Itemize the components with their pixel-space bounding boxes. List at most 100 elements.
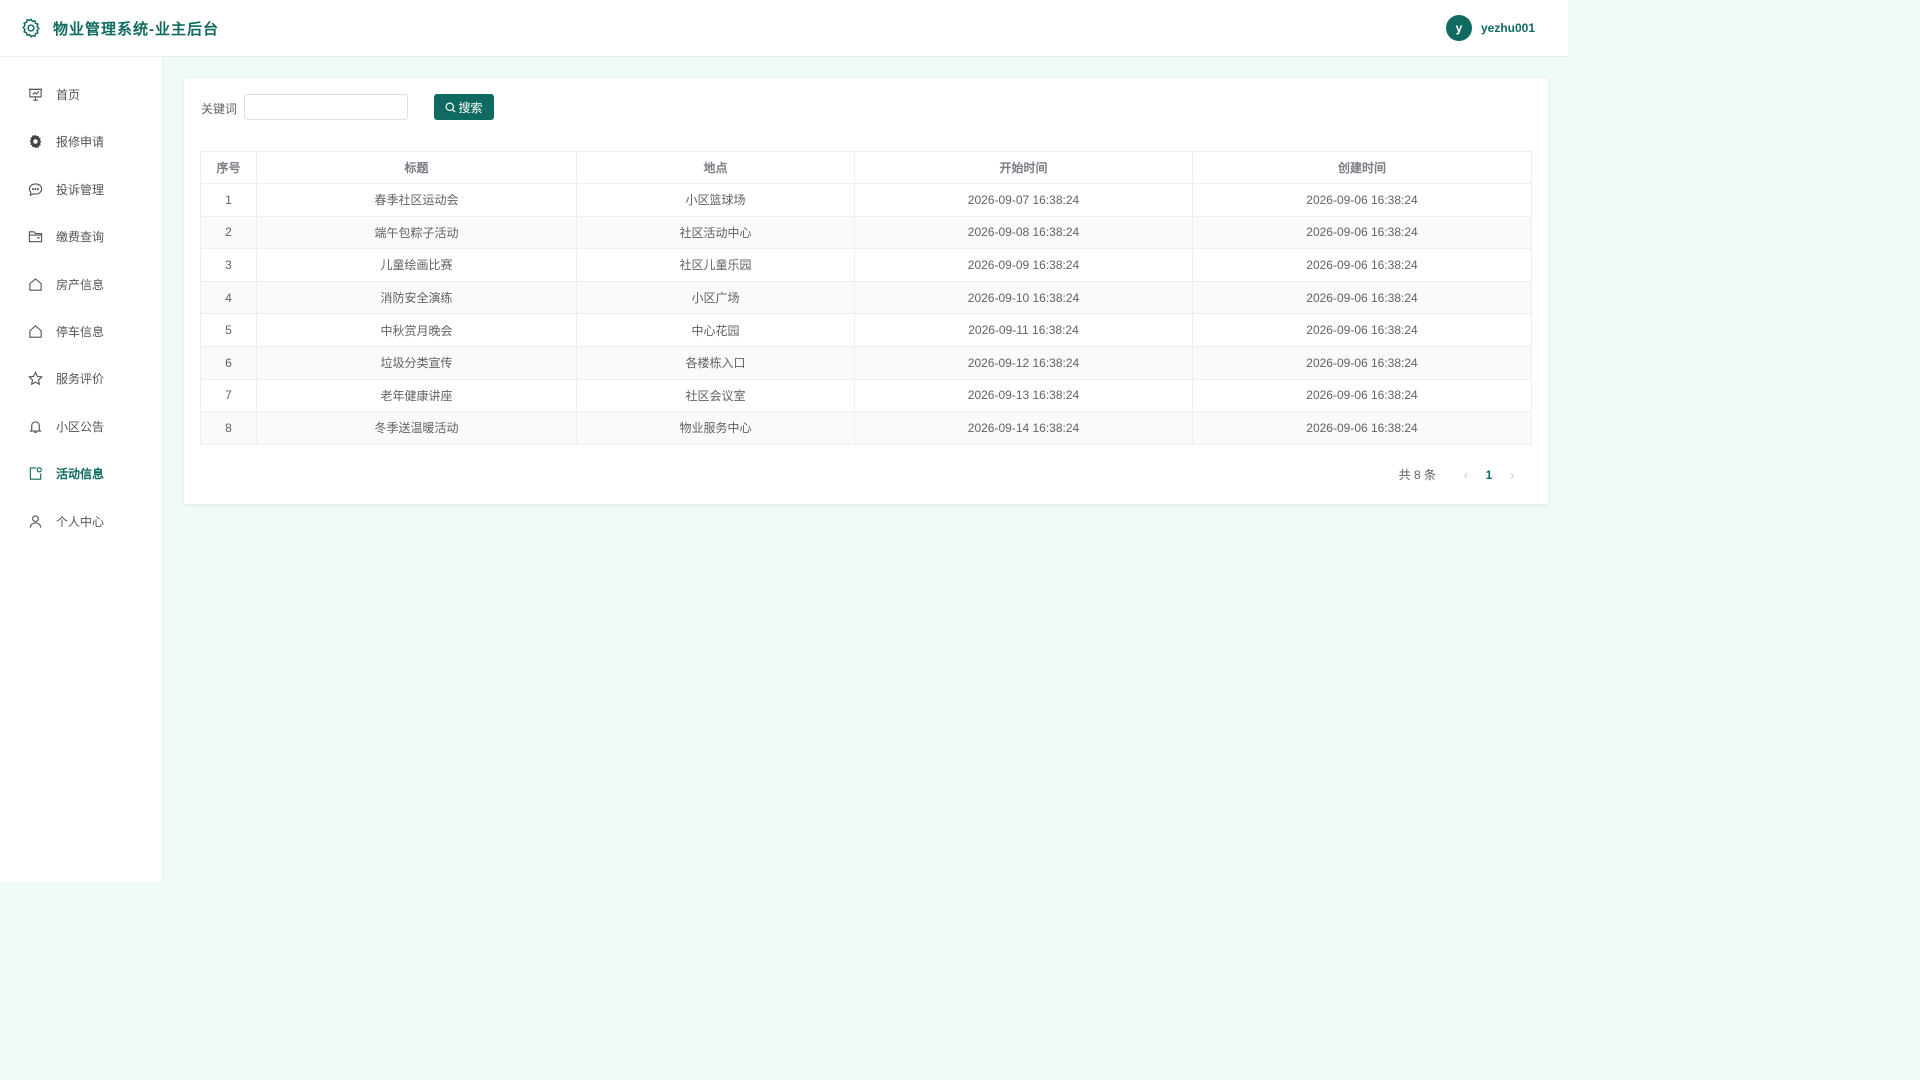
cell-created-time: 2026-09-06 16:38:24 (1192, 411, 1532, 445)
cell-start-time: 2026-09-14 16:38:24 (854, 411, 1193, 445)
cell-start-time: 2026-09-13 16:38:24 (854, 378, 1193, 413)
cell-title: 春季社区运动会 (256, 183, 577, 217)
sidebar-item-property[interactable]: 房产信息 (0, 264, 162, 304)
sidebar-item-repair[interactable]: 报修申请 (0, 121, 162, 161)
sidebar-item-activity[interactable]: 活动信息 (0, 453, 162, 493)
cell-index: 1 (200, 183, 257, 217)
sidebar-item-service-rating[interactable]: 服务评价 (0, 358, 162, 398)
sidebar-item-label: 服务评价 (56, 371, 105, 386)
column-header-title: 标题 (256, 151, 577, 184)
cell-start-time: 2026-09-08 16:38:24 (854, 215, 1193, 250)
column-header-location: 地点 (576, 151, 855, 184)
cell-index: 8 (200, 411, 257, 445)
cell-index: 6 (200, 345, 257, 380)
sidebar-item-profile[interactable]: 个人中心 (0, 501, 162, 541)
sidebar-item-complaint[interactable]: 投诉管理 (0, 169, 162, 209)
sidebar-item-label: 房产信息 (56, 277, 105, 292)
user-icon (27, 513, 44, 530)
sidebar-item-payment[interactable]: 缴费查询 (0, 216, 162, 256)
keyword-input[interactable] (244, 94, 408, 120)
cell-start-time: 2026-09-07 16:38:24 (854, 183, 1193, 217)
cell-created-time: 2026-09-06 16:38:24 (1192, 215, 1532, 250)
sidebar-item-parking[interactable]: 停车信息 (0, 311, 162, 351)
page-number-current[interactable]: 1 (1476, 468, 1502, 482)
cell-created-time: 2026-09-06 16:38:24 (1192, 248, 1532, 282)
sidebar-item-label: 小区公告 (56, 419, 105, 434)
cell-title: 儿童绘画比赛 (256, 248, 577, 282)
cell-index: 7 (200, 378, 257, 413)
top-header: 物业管理系统-业主后台 y yezhu001 (0, 0, 1568, 57)
search-button[interactable]: 搜索 (434, 94, 494, 120)
star-icon (27, 370, 44, 387)
username[interactable]: yezhu001 (1481, 21, 1535, 35)
table-row[interactable]: 1 春季社区运动会 小区篮球场 2026-09-07 16:38:24 2026… (200, 183, 1532, 217)
cell-start-time: 2026-09-11 16:38:24 (854, 313, 1193, 347)
sidebar-item-label: 缴费查询 (56, 229, 105, 244)
cell-title: 消防安全演练 (256, 280, 577, 315)
avatar[interactable]: y (1445, 15, 1472, 41)
app-title: 物业管理系统-业主后台 (53, 20, 219, 38)
cell-title: 中秋赏月晚会 (256, 313, 577, 347)
cell-location: 小区篮球场 (576, 183, 855, 217)
table-row[interactable]: 5 中秋赏月晚会 中心花园 2026-09-11 16:38:24 2026-0… (200, 313, 1532, 347)
sidebar-item-label: 报修申请 (56, 134, 105, 149)
pagination-total: 共 8 条 (1398, 468, 1436, 482)
cell-created-time: 2026-09-06 16:38:24 (1192, 183, 1532, 217)
cell-start-time: 2026-09-10 16:38:24 (854, 280, 1193, 315)
keyword-label: 关键词 (201, 102, 238, 116)
gear-logo-icon (20, 17, 42, 39)
activity-list-card: 关键词 搜索 序号 标题 地点 开始时间 创建时间 1 春季社区运动会 小区篮球… (184, 78, 1548, 504)
cell-location: 各楼栋入口 (576, 345, 855, 380)
sidebar-item-label: 活动信息 (56, 466, 105, 481)
cell-created-time: 2026-09-06 16:38:24 (1192, 378, 1532, 413)
table-row[interactable]: 8 冬季送温暖活动 物业服务中心 2026-09-14 16:38:24 202… (200, 411, 1532, 445)
sidebar: 首页 报修申请 投诉管理 缴费查询 房产信息 停车信息 服务评价 小区公告 活动… (0, 57, 163, 882)
next-page-button[interactable]: › (1502, 468, 1522, 482)
cell-title: 垃圾分类宣传 (256, 345, 577, 380)
chat-bubble-icon (27, 181, 44, 198)
table-row[interactable]: 6 垃圾分类宣传 各楼栋入口 2026-09-12 16:38:24 2026-… (200, 345, 1532, 380)
sidebar-item-label: 投诉管理 (56, 182, 105, 197)
column-header-created-time: 创建时间 (1192, 151, 1532, 184)
cell-index: 3 (200, 248, 257, 282)
bell-icon (27, 418, 44, 435)
table-row[interactable]: 2 端午包粽子活动 社区活动中心 2026-09-08 16:38:24 202… (200, 215, 1532, 250)
prev-page-button[interactable]: ‹ (1456, 468, 1476, 482)
cell-title: 端午包粽子活动 (256, 215, 577, 250)
table-row[interactable]: 4 消防安全演练 小区广场 2026-09-10 16:38:24 2026-0… (200, 280, 1532, 315)
sidebar-item-label: 首页 (56, 87, 81, 102)
cell-location: 社区儿童乐园 (576, 248, 855, 282)
sidebar-item-label: 停车信息 (56, 324, 105, 339)
activity-icon (27, 465, 44, 482)
cell-index: 5 (200, 313, 257, 347)
house-icon (27, 323, 44, 340)
cell-location: 社区会议室 (576, 378, 855, 413)
pagination: 共 8 条 ‹ 1 › (1399, 466, 1522, 483)
cell-created-time: 2026-09-06 16:38:24 (1192, 313, 1532, 347)
cell-index: 4 (200, 280, 257, 315)
sidebar-item-home[interactable]: 首页 (0, 74, 162, 114)
sidebar-item-label: 个人中心 (56, 514, 105, 529)
column-header-start-time: 开始时间 (854, 151, 1193, 184)
sidebar-item-notice[interactable]: 小区公告 (0, 406, 162, 446)
cell-location: 中心花园 (576, 313, 855, 347)
table-header-row: 序号 标题 地点 开始时间 创建时间 (200, 151, 1532, 184)
house-icon (27, 276, 44, 293)
cell-created-time: 2026-09-06 16:38:24 (1192, 280, 1532, 315)
cell-title: 老年健康讲座 (256, 378, 577, 413)
cell-start-time: 2026-09-12 16:38:24 (854, 345, 1193, 380)
user-menu[interactable]: y yezhu001 (1445, 15, 1535, 41)
gear-icon (27, 133, 44, 150)
table-row[interactable]: 3 儿童绘画比赛 社区儿童乐园 2026-09-09 16:38:24 2026… (200, 248, 1532, 282)
activity-table: 序号 标题 地点 开始时间 创建时间 1 春季社区运动会 小区篮球场 2026-… (200, 151, 1532, 445)
folder-icon (27, 228, 44, 245)
cell-location: 小区广场 (576, 280, 855, 315)
cell-title: 冬季送温暖活动 (256, 411, 577, 445)
cell-location: 社区活动中心 (576, 215, 855, 250)
cell-location: 物业服务中心 (576, 411, 855, 445)
cell-index: 2 (200, 215, 257, 250)
cell-start-time: 2026-09-09 16:38:24 (854, 248, 1193, 282)
search-icon (445, 102, 456, 113)
presentation-icon (27, 86, 44, 103)
table-row[interactable]: 7 老年健康讲座 社区会议室 2026-09-13 16:38:24 2026-… (200, 378, 1532, 413)
